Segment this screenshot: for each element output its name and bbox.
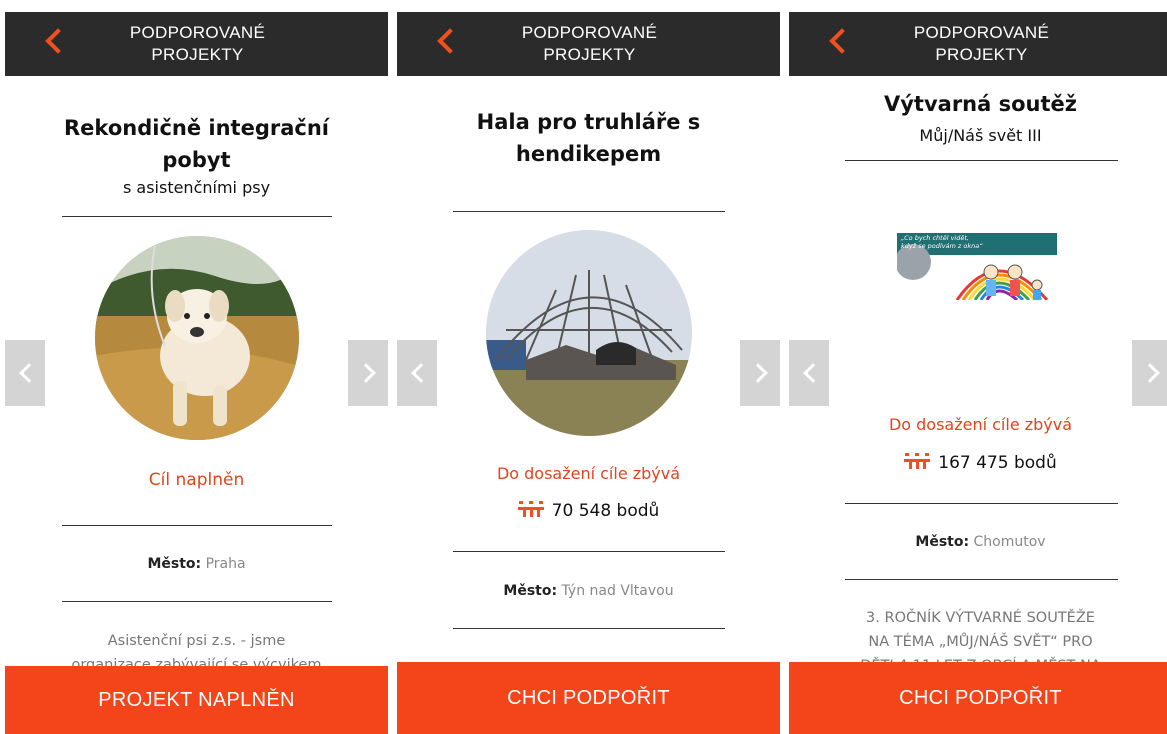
header-title-line-2: PROJEKTY (935, 45, 1028, 64)
description-line: Asistenční psi z.s. - jsme (107, 633, 286, 649)
project-title-line-1: Rekondičně integrační (64, 116, 329, 140)
chevron-right-icon (748, 363, 768, 383)
next-project-button[interactable] (1132, 340, 1167, 406)
header-title: PODPOROVANÉ PROJEKTY (844, 22, 1119, 66)
points-icon (904, 453, 931, 469)
divider (62, 525, 332, 526)
poster-line: když se podívám z okna“ (901, 242, 983, 250)
points-row: 70 548 bodů (397, 501, 780, 521)
next-project-button[interactable] (348, 340, 388, 406)
chevron-left-icon (19, 363, 39, 383)
poster-line: „Co bych chtěl vidět, (901, 234, 969, 242)
description-line: NA TÉMA „MŮJ/NÁŠ SVĚT“ PRO (868, 634, 1093, 650)
city-row: Město: Chomutov (789, 534, 1167, 550)
city-value: Chomutov (973, 534, 1046, 550)
header-title: PODPOROVANÉ PROJEKTY (60, 22, 335, 66)
hall-photo-illustration (486, 230, 692, 436)
header-title-line-2: PROJEKTY (543, 45, 636, 64)
support-button[interactable]: CHCI PODPOŘIT (789, 662, 1167, 734)
app-header: PODPOROVANÉ PROJEKTY (789, 12, 1167, 76)
divider (62, 601, 332, 602)
city-label: Město: (915, 534, 970, 550)
city-label: Město: (503, 583, 558, 599)
app-header: PODPOROVANÉ PROJEKTY (5, 12, 388, 76)
project-screen-2: PODPOROVANÉ PROJEKTY Hala pro truhláře s… (397, 12, 780, 734)
city-label: Město: (147, 556, 202, 572)
project-subtitle: Můj/Náš svět III (919, 126, 1042, 145)
points-value: 167 475 bodů (938, 453, 1057, 473)
city-row: Město: Týn nad Vltavou (397, 583, 780, 599)
app-header: PODPOROVANÉ PROJEKTY (397, 12, 780, 76)
header-title-line-1: PODPOROVANÉ (129, 23, 266, 42)
prev-project-button[interactable] (5, 340, 45, 406)
city-value: Praha (205, 556, 246, 572)
project-title-line-2: hendikepem (515, 142, 662, 166)
chevron-right-icon (356, 363, 376, 383)
project-title: Hala pro truhláře s hendikepem (437, 106, 740, 170)
divider (845, 579, 1118, 580)
project-subtitle: s asistenčními psy (122, 178, 271, 197)
project-title: Výtvarná soutěž (829, 88, 1132, 120)
points-icon (517, 501, 544, 517)
points-value: 70 548 bodů (551, 501, 660, 521)
prev-project-button[interactable] (397, 340, 437, 406)
goal-label: Do dosažení cíle zbývá (888, 415, 1073, 434)
divider (453, 628, 725, 629)
project-poster: „Co bych chtěl vidět, když se podívám z … (897, 230, 1057, 300)
city-value: Týn nad Vltavou (561, 583, 674, 599)
project-screen-1: PODPOROVANÉ PROJEKTY Rekondičně integrač… (5, 12, 388, 734)
project-title: Rekondičně integrační pobyt (45, 112, 348, 176)
divider (845, 160, 1118, 161)
project-fulfilled-button[interactable]: PROJEKT NAPLNĚN (5, 666, 388, 734)
divider (845, 503, 1118, 504)
project-screen-3: PODPOROVANÉ PROJEKTY Výtvarná soutěž Můj… (789, 12, 1167, 734)
points-row: 167 475 bodů (789, 453, 1167, 473)
header-title-line-1: PODPOROVANÉ (913, 23, 1050, 42)
divider (453, 551, 725, 552)
project-photo-hall (486, 230, 692, 436)
support-button[interactable]: CHCI PODPOŘIT (397, 662, 780, 734)
header-title-line-1: PODPOROVANÉ (521, 23, 658, 42)
chevron-right-icon (1140, 363, 1160, 383)
header-title: PODPOROVANÉ PROJEKTY (452, 22, 727, 66)
next-project-button[interactable] (740, 340, 780, 406)
project-title-line-1: Hala pro truhláře s (476, 110, 701, 134)
poster-caption: „Co bych chtěl vidět, když se podívám z … (901, 234, 983, 250)
description-line: 3. ROČNÍK VÝTVARNÉ SOUTĚŽE (866, 610, 1095, 626)
city-row: Město: Praha (5, 556, 388, 572)
header-title-line-2: PROJEKTY (151, 45, 244, 64)
project-title-line-2: pobyt (162, 148, 231, 172)
dog-photo-illustration (95, 236, 299, 440)
divider (453, 211, 725, 212)
goal-label: Do dosažení cíle zbývá (496, 464, 681, 483)
chevron-left-icon (411, 363, 431, 383)
project-title-line-1: Výtvarná soutěž (883, 92, 1077, 116)
project-photo-dog (95, 236, 299, 440)
prev-project-button[interactable] (789, 340, 829, 406)
divider (62, 216, 332, 217)
chevron-left-icon (803, 363, 823, 383)
goal-status: Cíl naplněn (148, 470, 245, 490)
